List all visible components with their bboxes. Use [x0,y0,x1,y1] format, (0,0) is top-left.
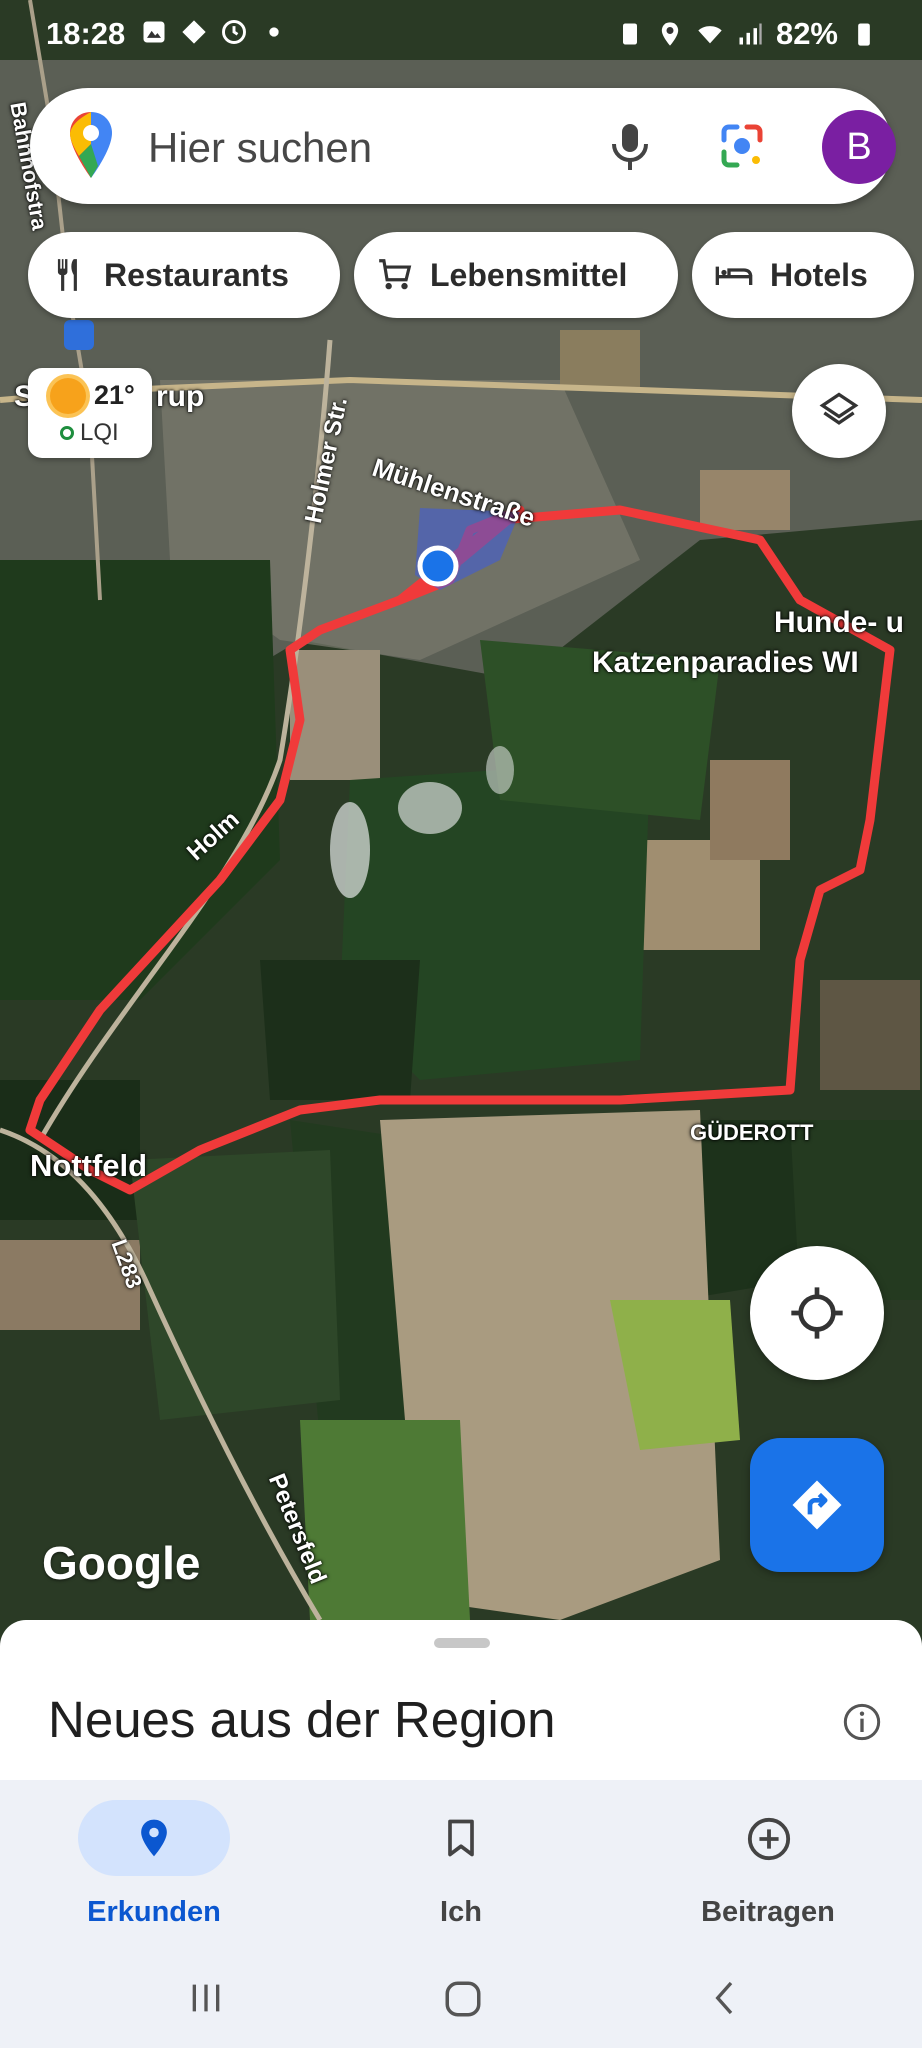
fork-knife-icon [57,259,77,291]
nav-beitragen-label: Beitragen [701,1896,835,1928]
layers-button[interactable] [792,364,886,458]
search-bar[interactable]: Hier suchen B [30,88,896,204]
nav-ich[interactable]: Ich [341,1790,581,1940]
explore-pin-icon [141,1819,167,1857]
nav-erkunden[interactable]: Erkunden [34,1790,274,1940]
wifi-icon [698,26,722,44]
battery-percent: 82% [775,16,838,51]
air-quality-label: LQI [80,419,119,446]
map-label-poi-line2: Katzenparadies WI [592,646,859,679]
map-label-gueterott: GÜDEROTT [690,1120,814,1145]
bed-icon [715,266,753,285]
search-input[interactable]: Hier suchen [148,124,372,172]
map-label-town-right: rup [156,380,205,413]
microphone-icon[interactable] [598,114,662,178]
info-icon[interactable] [842,1702,882,1742]
account-avatar[interactable]: B [822,110,896,184]
nav-beitragen[interactable]: Beitragen [648,1790,888,1940]
sheet-title: Neues aus der Region [48,1691,556,1748]
crosshair-icon [791,1287,843,1339]
chip-lebensmittel-label: Lebensmittel [430,256,628,293]
chip-lebensmittel[interactable]: Lebensmittel [354,232,678,318]
battery-saver-icon [622,23,637,45]
bookmark-icon [448,1819,474,1857]
back-button[interactable] [706,1978,746,2023]
home-icon [445,1981,481,2017]
google-lens-icon[interactable] [710,114,774,178]
signal-icon [739,23,762,45]
chip-restaurants-label: Restaurants [104,256,289,293]
my-location-button[interactable] [750,1246,884,1380]
chip-restaurants[interactable]: Restaurants [28,232,340,318]
map-label-nottfeld: Nottfeld [30,1148,148,1183]
back-icon [715,1981,733,2015]
weather-widget[interactable]: 21° LQI [28,368,152,458]
recents-icon [192,1984,220,2012]
sheet-drag-handle[interactable] [434,1638,490,1648]
nav-ich-label: Ich [440,1896,482,1928]
status-notification-icons [140,18,288,46]
google-maps-logo-icon [70,112,112,178]
bottom-navigation: Erkunden Ich Beitragen [0,1780,922,1950]
home-button[interactable] [442,1978,484,2025]
google-watermark: Google [42,1537,201,1589]
air-quality-dot-icon [60,426,74,440]
status-time: 18:28 [46,16,126,51]
chip-hotels-label: Hotels [770,256,868,293]
weather-temperature: 21° [94,380,135,410]
app-notification-icon [182,20,206,44]
chip-hotels[interactable]: Hotels [692,232,914,318]
nav-erkunden-label: Erkunden [87,1896,221,1928]
map-label-poi-line1: Hunde- u [774,606,904,639]
status-bar: 18:28 82% [0,0,922,70]
status-system-icons: 82% [616,16,878,52]
add-circle-icon [747,1817,791,1861]
directions-button[interactable] [750,1438,884,1572]
location-icon [661,22,679,46]
system-navigation-bar [0,1950,922,2048]
recent-apps-button[interactable] [186,1978,226,2023]
dot-icon [269,27,279,37]
battery-icon [858,23,870,46]
layers-icon [819,392,859,425]
sun-icon [50,378,86,414]
cart-icon [379,259,412,290]
gallery-icon [143,21,165,43]
alarm-icon [222,20,246,44]
directions-icon [792,1480,842,1530]
explore-bottom-sheet[interactable]: Neues aus der Region [0,1620,922,1780]
